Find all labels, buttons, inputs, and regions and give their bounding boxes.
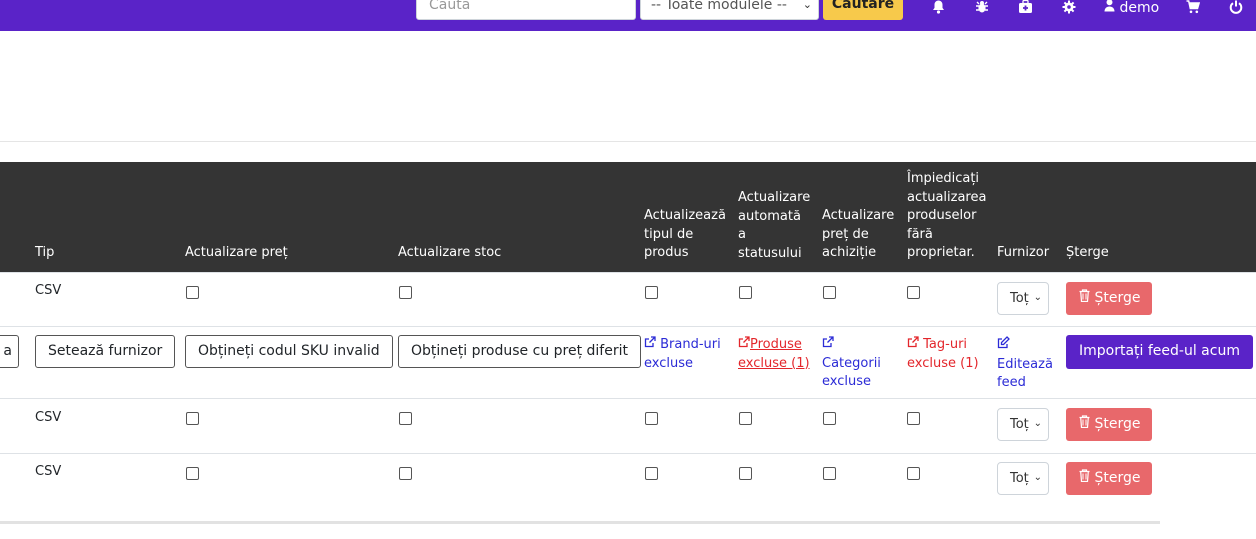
module-select-value: -- Toate modulele -- bbox=[651, 0, 787, 13]
horizontal-scrollbar[interactable] bbox=[0, 521, 1160, 524]
type-update-checkbox[interactable] bbox=[645, 412, 658, 425]
supplier-select[interactable]: Toț ⌄ bbox=[997, 282, 1049, 315]
excluded-tags-link[interactable]: Tag-uri excluse (1) bbox=[907, 336, 979, 373]
section-divider bbox=[0, 141, 1256, 142]
prevent-ownerless-checkbox[interactable] bbox=[907, 286, 920, 299]
prevent-ownerless-checkbox[interactable] bbox=[907, 412, 920, 425]
excluded-brands-link[interactable]: Brand-uri excluse bbox=[644, 336, 721, 373]
header-type-update: Actualizează tipul de produs bbox=[644, 208, 726, 260]
top-navbar: Caută -- Toate modulele -- ⌄ Căutare dem… bbox=[0, 0, 1256, 31]
row-divider bbox=[0, 272, 1256, 273]
external-link-icon bbox=[822, 336, 834, 348]
edit-feed-link[interactable]: Editează feed bbox=[997, 336, 1053, 393]
header-prevent-ownerless: Împiedicați actualizarea produselor fără… bbox=[907, 171, 987, 260]
set-supplier-button[interactable]: Setează furnizor bbox=[35, 335, 176, 368]
delete-button[interactable]: Șterge bbox=[1066, 462, 1152, 495]
supplier-select-value: Toț bbox=[1010, 471, 1029, 486]
header-delete: Șterge bbox=[1066, 245, 1109, 260]
header-stock-update: Actualizare stoc bbox=[398, 245, 502, 260]
stock-update-checkbox[interactable] bbox=[399, 467, 412, 480]
table-header: Tip Actualizare preț Actualizare stoc Ac… bbox=[0, 162, 1256, 272]
prevent-ownerless-checkbox[interactable] bbox=[907, 467, 920, 480]
user-icon bbox=[1104, 0, 1115, 12]
cart-icon[interactable] bbox=[1186, 0, 1201, 14]
power-icon[interactable] bbox=[1229, 0, 1243, 14]
delete-button[interactable]: Șterge bbox=[1066, 408, 1152, 441]
supplier-select[interactable]: Toț ⌄ bbox=[997, 462, 1049, 495]
edit-icon bbox=[997, 336, 1010, 349]
delete-button-label: Șterge bbox=[1094, 416, 1141, 432]
chevron-down-icon: ⌄ bbox=[1033, 292, 1042, 303]
search-button[interactable]: Căutare bbox=[823, 0, 903, 20]
delete-button-label: Șterge bbox=[1094, 290, 1141, 306]
supplier-select[interactable]: Toț ⌄ bbox=[997, 408, 1049, 441]
external-link-icon bbox=[644, 336, 656, 348]
type-update-checkbox[interactable] bbox=[645, 467, 658, 480]
invalid-sku-button[interactable]: Obțineți codul SKU invalid bbox=[185, 335, 393, 368]
header-purchase-price: Actualizare preț de achiziție bbox=[822, 208, 895, 260]
delete-button-label: Șterge bbox=[1094, 470, 1141, 486]
bug-icon[interactable] bbox=[975, 0, 989, 14]
trash-icon bbox=[1079, 415, 1090, 429]
truncated-action-button[interactable]: a bbox=[0, 335, 19, 368]
row-type: CSV bbox=[35, 410, 62, 425]
auto-status-checkbox[interactable] bbox=[739, 412, 752, 425]
header-supplier: Furnizor bbox=[997, 245, 1050, 260]
header-price-update: Actualizare preț bbox=[185, 245, 288, 260]
trash-icon bbox=[1079, 289, 1090, 303]
header-tip: Tip bbox=[35, 245, 55, 260]
price-update-checkbox[interactable] bbox=[186, 412, 199, 425]
price-update-checkbox[interactable] bbox=[186, 467, 199, 480]
trash-icon bbox=[1079, 469, 1090, 483]
diff-price-button[interactable]: Obțineți produse cu preț diferit bbox=[398, 335, 641, 368]
row-divider bbox=[0, 398, 1256, 399]
excluded-products-link[interactable]: Produse excluse (1) bbox=[738, 336, 810, 373]
external-link-icon bbox=[738, 336, 750, 348]
chevron-down-icon: ⌄ bbox=[802, 0, 812, 11]
header-auto-status: Actualizare automată a statusului bbox=[738, 190, 811, 261]
delete-button[interactable]: Șterge bbox=[1066, 282, 1152, 315]
search-input[interactable]: Caută bbox=[416, 0, 636, 20]
module-select[interactable]: -- Toate modulele -- ⌄ bbox=[640, 0, 819, 20]
row-divider bbox=[0, 453, 1256, 454]
chevron-down-icon: ⌄ bbox=[1033, 418, 1042, 429]
bell-icon[interactable] bbox=[932, 0, 945, 14]
purchase-price-checkbox[interactable] bbox=[823, 467, 836, 480]
auto-status-checkbox[interactable] bbox=[739, 467, 752, 480]
row-type: CSV bbox=[35, 464, 62, 479]
auto-status-checkbox[interactable] bbox=[739, 286, 752, 299]
gear-icon[interactable] bbox=[1062, 0, 1076, 14]
user-name: demo bbox=[1119, 0, 1160, 16]
row-type: CSV bbox=[35, 283, 62, 298]
supplier-select-value: Toț bbox=[1010, 417, 1029, 432]
stock-update-checkbox[interactable] bbox=[399, 412, 412, 425]
chevron-down-icon: ⌄ bbox=[1033, 472, 1042, 483]
user-menu[interactable]: demo bbox=[1104, 0, 1159, 16]
import-feed-button[interactable]: Importați feed-ul acum bbox=[1066, 335, 1253, 369]
excluded-categories-link[interactable]: Categorii excluse bbox=[822, 336, 881, 392]
purchase-price-checkbox[interactable] bbox=[823, 412, 836, 425]
external-link-icon bbox=[907, 336, 919, 348]
supplier-select-value: Toț bbox=[1010, 291, 1029, 306]
price-update-checkbox[interactable] bbox=[186, 286, 199, 299]
row-divider bbox=[0, 326, 1256, 327]
purchase-price-checkbox[interactable] bbox=[823, 286, 836, 299]
stock-update-checkbox[interactable] bbox=[399, 286, 412, 299]
type-update-checkbox[interactable] bbox=[645, 286, 658, 299]
medkit-icon[interactable] bbox=[1018, 0, 1033, 14]
